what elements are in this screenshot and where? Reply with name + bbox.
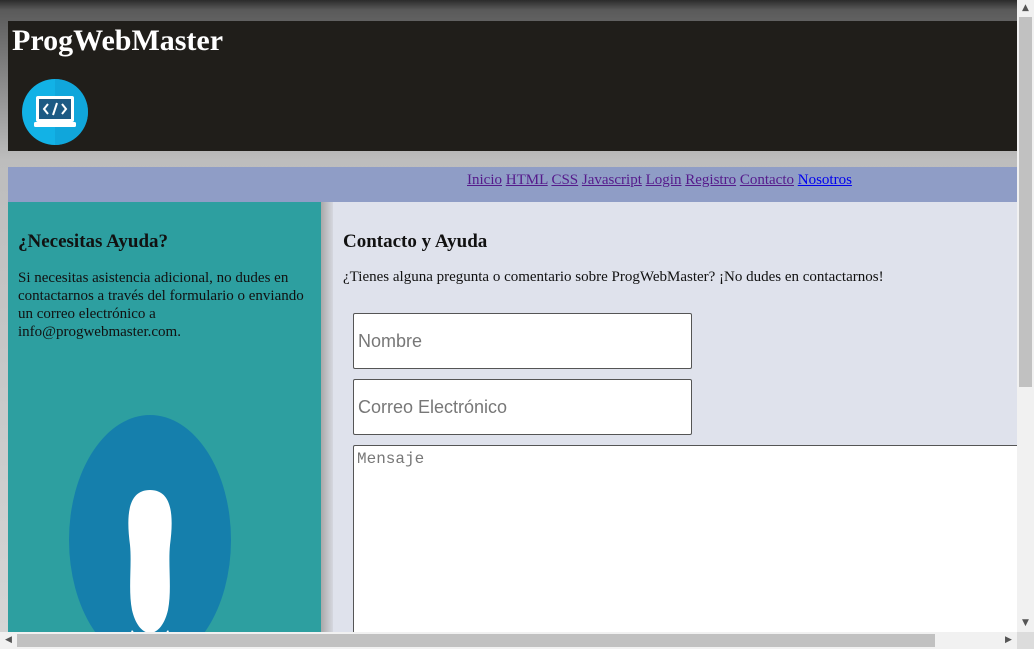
- scroll-up-icon[interactable]: ▲: [1017, 0, 1034, 17]
- nav-link-inicio[interactable]: Inicio: [467, 172, 502, 188]
- nav-link-css[interactable]: CSS: [551, 172, 578, 188]
- email-field[interactable]: [353, 379, 692, 435]
- scroll-down-icon[interactable]: ▼: [1017, 615, 1034, 632]
- scroll-right-icon[interactable]: ▶: [1000, 632, 1017, 649]
- help-text: Si necesitas asistencia adicional, no du…: [18, 270, 304, 340]
- nav-link-nosotros[interactable]: Nosotros: [798, 172, 852, 188]
- contact-title: Contacto y Ayuda: [343, 231, 488, 252]
- vertical-scrollbar[interactable]: ▲ ▼: [1017, 0, 1034, 632]
- page-viewport: ProgWebMaster Inicio HTML CSS Javascript…: [0, 0, 1017, 632]
- nav-link-contacto[interactable]: Contacto: [740, 172, 794, 188]
- main-nav: Inicio HTML CSS Javascript Login Registr…: [8, 167, 1017, 202]
- nav-links: Inicio HTML CSS Javascript Login Registr…: [467, 171, 852, 189]
- laptop-code-icon: [22, 79, 88, 145]
- column-divider: [321, 202, 333, 632]
- nav-link-login[interactable]: Login: [646, 172, 682, 188]
- horizontal-scroll-thumb[interactable]: [17, 634, 935, 647]
- contact-section: Contacto y Ayuda ¿Tienes alguna pregunta…: [333, 202, 1017, 632]
- scroll-left-icon[interactable]: ◀: [0, 632, 17, 649]
- user-avatar-icon: [69, 415, 231, 632]
- horizontal-scrollbar[interactable]: ◀ ▶: [0, 632, 1017, 649]
- vertical-scroll-thumb[interactable]: [1019, 17, 1032, 387]
- contact-intro: ¿Tienes alguna pregunta o comentario sob…: [343, 269, 884, 285]
- site-title: ProgWebMaster: [12, 24, 224, 57]
- message-field[interactable]: [353, 445, 1017, 632]
- nav-link-javascript[interactable]: Javascript: [582, 172, 642, 188]
- nav-link-registro[interactable]: Registro: [685, 172, 736, 188]
- help-title: ¿Necesitas Ayuda?: [18, 231, 169, 252]
- name-field[interactable]: [353, 313, 692, 369]
- site-header: ProgWebMaster: [8, 21, 1017, 151]
- scrollbar-corner: [1017, 632, 1034, 649]
- help-sidebar: ¿Necesitas Ayuda? Si necesitas asistenci…: [8, 202, 321, 632]
- nav-link-html[interactable]: HTML: [506, 172, 548, 188]
